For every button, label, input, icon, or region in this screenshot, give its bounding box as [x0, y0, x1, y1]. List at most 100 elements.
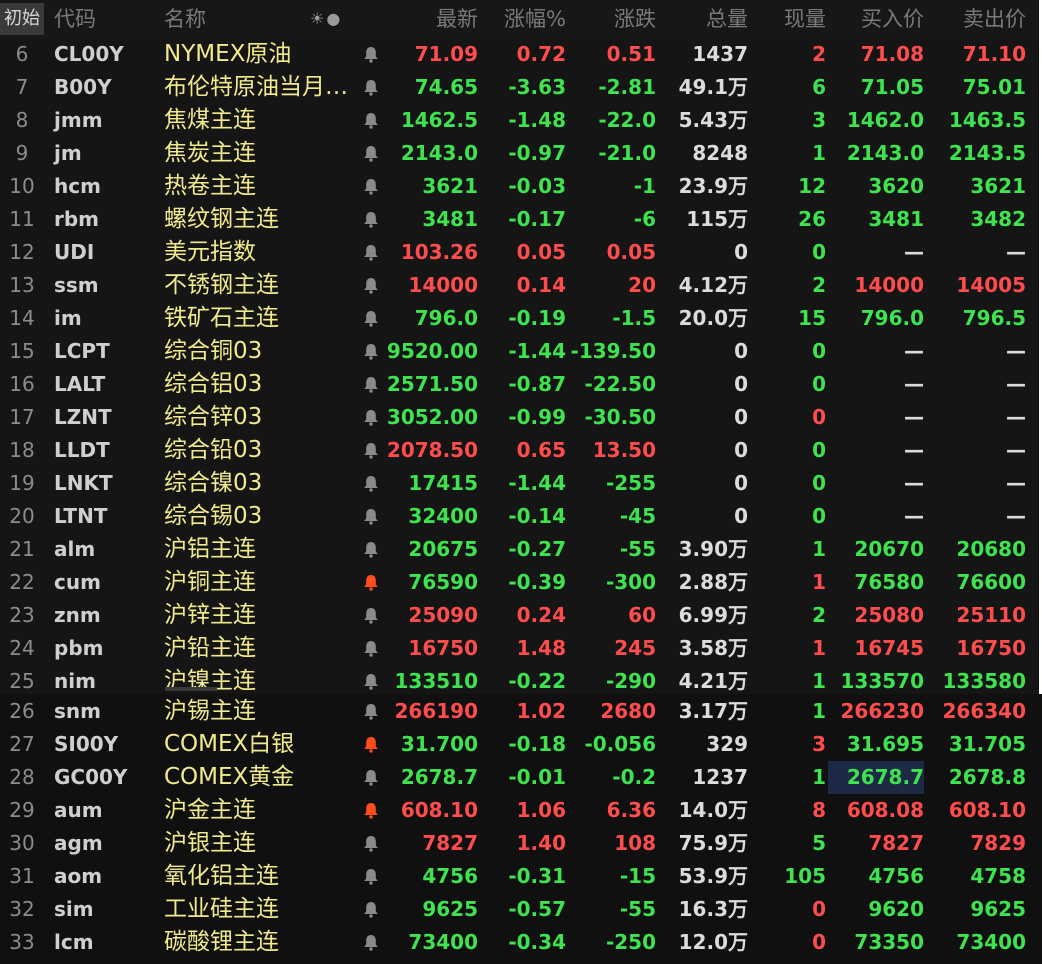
- table-row[interactable]: 22 cum 沪铜主连 76590 -0.39 -300 2.88万 1 76580 76600: [0, 566, 1039, 599]
- row-code: snm: [54, 699, 101, 723]
- row-code: UDI: [54, 240, 95, 264]
- table-row[interactable]: 27 SI00Y COMEX白银 31.700 -0.18 -0.056 329 3 31.69…: [0, 728, 1039, 761]
- table-row[interactable]: 6 CL00Y NYMEX原油 71.09 0.72 0.51 1437 2 71.08 71.1…: [0, 38, 1039, 71]
- bell-icon[interactable]: [362, 236, 380, 269]
- bell-icon[interactable]: [362, 71, 380, 104]
- table-row[interactable]: 31 aom 氧化铝主连 4756 -0.31 -15 53.9万 105 4756 4758: [0, 860, 1039, 893]
- row-price: 2078.50: [386, 438, 478, 462]
- table-row[interactable]: 16 LALT 综合铝03 2571.50 -0.87 -22.50 0 0 — —: [0, 368, 1039, 401]
- row-pct: -0.17: [508, 207, 566, 231]
- horizontal-scroll-thumb[interactable]: [165, 687, 217, 691]
- table-row[interactable]: 24 pbm 沪铅主连 16750 1.48 245 3.58万 1 16745 16750: [0, 632, 1039, 665]
- row-chg: 108: [614, 831, 656, 855]
- table-row[interactable]: 11 rbm 螺纹钢主连 3481 -0.17 -6 115万 26 3481 3482: [0, 203, 1039, 236]
- bell-icon[interactable]: [362, 632, 380, 665]
- table-row[interactable]: 30 agm 沪银主连 7827 1.40 108 75.9万 5 7827 7829: [0, 827, 1039, 860]
- row-price: 133510: [394, 669, 479, 693]
- row-name: 综合铝03: [164, 371, 263, 397]
- initial-sort-button[interactable]: 初始: [0, 3, 44, 35]
- row-volume: 53.9万: [678, 864, 748, 888]
- table-row[interactable]: 12 UDI 美元指数 103.26 0.05 0.05 0 0 — —: [0, 236, 1039, 269]
- row-current-volume: 1: [812, 765, 826, 789]
- bell-icon[interactable]: [362, 434, 380, 467]
- row-pct: -0.97: [508, 141, 566, 165]
- bell-icon[interactable]: [362, 794, 380, 827]
- row-number: 23: [9, 603, 35, 627]
- bell-icon[interactable]: [362, 761, 380, 794]
- row-price: 73400: [408, 930, 478, 954]
- row-current-volume: 0: [812, 438, 826, 462]
- table-row[interactable]: 21 alm 沪铝主连 20675 -0.27 -55 3.90万 1 20670 20680: [0, 533, 1039, 566]
- row-price: 608.10: [400, 798, 478, 822]
- header-current-volume[interactable]: 现量: [750, 0, 826, 38]
- bell-icon[interactable]: [362, 728, 380, 761]
- bell-icon[interactable]: [362, 368, 380, 401]
- bell-icon[interactable]: [362, 893, 380, 926]
- table-row[interactable]: 17 LZNT 综合锌03 3052.00 -0.99 -30.50 0 0 — —: [0, 401, 1039, 434]
- bell-icon[interactable]: [362, 665, 380, 698]
- table-row[interactable]: 15 LCPT 综合铜03 9520.00 -1.44 -139.50 0 0 — —: [0, 335, 1039, 368]
- row-ask: 2143.5: [948, 141, 1026, 165]
- header-price[interactable]: 最新: [380, 0, 478, 38]
- table-row[interactable]: 19 LNKT 综合镍03 17415 -1.44 -255 0 0 — —: [0, 467, 1039, 500]
- bell-icon[interactable]: [362, 401, 380, 434]
- bell-icon[interactable]: [362, 203, 380, 236]
- header-code[interactable]: 代码: [54, 0, 96, 38]
- row-number: 17: [9, 405, 35, 429]
- bell-icon[interactable]: [362, 302, 380, 335]
- table-row[interactable]: 7 B00Y 布伦特原油当月… 74.65 -3.63 -2.81 49.1万 6 71.05 7…: [0, 71, 1039, 104]
- row-bid: 7827: [868, 831, 924, 855]
- bell-icon[interactable]: [362, 599, 380, 632]
- table-row[interactable]: 10 hcm 热卷主连 3621 -0.03 -1 23.9万 12 3620 3621: [0, 170, 1039, 203]
- table-row[interactable]: 25 nim 沪镍主连 133510 -0.22 -290 4.21万 1 133570 1335…: [0, 665, 1039, 698]
- row-number: 30: [9, 831, 35, 855]
- row-bid: —: [904, 504, 924, 528]
- row-volume: 3.17万: [678, 699, 748, 723]
- table-row[interactable]: 14 im 铁矿石主连 796.0 -0.19 -1.5 20.0万 15 796.0 796.5: [0, 302, 1039, 335]
- bell-icon[interactable]: [362, 695, 380, 728]
- row-chg: -45: [619, 504, 656, 528]
- bell-icon[interactable]: [362, 269, 380, 302]
- header-name[interactable]: 名称: [164, 0, 206, 38]
- table-row[interactable]: 9 jm 焦炭主连 2143.0 -0.97 -21.0 8248 1 2143.0 2143.5: [0, 137, 1039, 170]
- bell-icon[interactable]: [362, 566, 380, 599]
- bell-icon[interactable]: [362, 533, 380, 566]
- row-bid: —: [904, 372, 924, 396]
- bell-icon[interactable]: [362, 170, 380, 203]
- header-volume[interactable]: 总量: [658, 0, 748, 38]
- table-row[interactable]: 28 GC00Y COMEX黄金 2678.7 -0.01 -0.2 1237 1 2678.7…: [0, 761, 1039, 794]
- table-row[interactable]: 23 znm 沪锌主连 25090 0.24 60 6.99万 2 25080 25110: [0, 599, 1039, 632]
- bell-icon[interactable]: [362, 860, 380, 893]
- table-row[interactable]: 29 aum 沪金主连 608.10 1.06 6.36 14.0万 8 608.08 608.1…: [0, 794, 1039, 827]
- table-row[interactable]: 8 jmm 焦煤主连 1462.5 -1.48 -22.0 5.43万 3 1462.0 1463…: [0, 104, 1039, 137]
- bell-icon[interactable]: [362, 827, 380, 860]
- table-row[interactable]: 26 snm 沪锡主连 266190 1.02 2680 3.17万 1 266230 26634…: [0, 695, 1039, 728]
- header-bid[interactable]: 买入价: [828, 0, 924, 38]
- row-volume: 1437: [692, 42, 748, 66]
- row-ask: 266340: [942, 699, 1027, 723]
- bell-icon[interactable]: [362, 104, 380, 137]
- header-ask[interactable]: 卖出价: [926, 0, 1026, 38]
- row-pct: 1.48: [516, 636, 566, 660]
- table-row[interactable]: 32 sim 工业硅主连 9625 -0.57 -55 16.3万 0 9620 9625: [0, 893, 1039, 926]
- bell-icon[interactable]: [362, 38, 380, 71]
- row-ask: 4758: [970, 864, 1026, 888]
- bell-icon[interactable]: [362, 500, 380, 533]
- table-row[interactable]: 33 lcm 碳酸锂主连 73400 -0.34 -250 12.0万 0 73350 73400: [0, 926, 1039, 959]
- row-bid: 71.08: [860, 42, 924, 66]
- row-price: 3481: [422, 207, 478, 231]
- header-settings-icons[interactable]: ☀●: [310, 0, 342, 38]
- row-ask: —: [1006, 438, 1026, 462]
- row-pct: -3.63: [508, 75, 566, 99]
- bell-icon[interactable]: [362, 137, 380, 170]
- header-chg[interactable]: 涨跌: [566, 0, 656, 38]
- row-ask: 608.10: [948, 798, 1026, 822]
- table-row[interactable]: 13 ssm 不锈钢主连 14000 0.14 20 4.12万 2 14000 14005: [0, 269, 1039, 302]
- row-price: 25090: [408, 603, 478, 627]
- table-row[interactable]: 20 LTNT 综合锡03 32400 -0.14 -45 0 0 — —: [0, 500, 1039, 533]
- header-pct[interactable]: 涨幅%: [480, 0, 566, 38]
- bell-icon[interactable]: [362, 467, 380, 500]
- bell-icon[interactable]: [362, 335, 380, 368]
- table-row[interactable]: 18 LLDT 综合铅03 2078.50 0.65 13.50 0 0 — —: [0, 434, 1039, 467]
- bell-icon[interactable]: [362, 926, 380, 959]
